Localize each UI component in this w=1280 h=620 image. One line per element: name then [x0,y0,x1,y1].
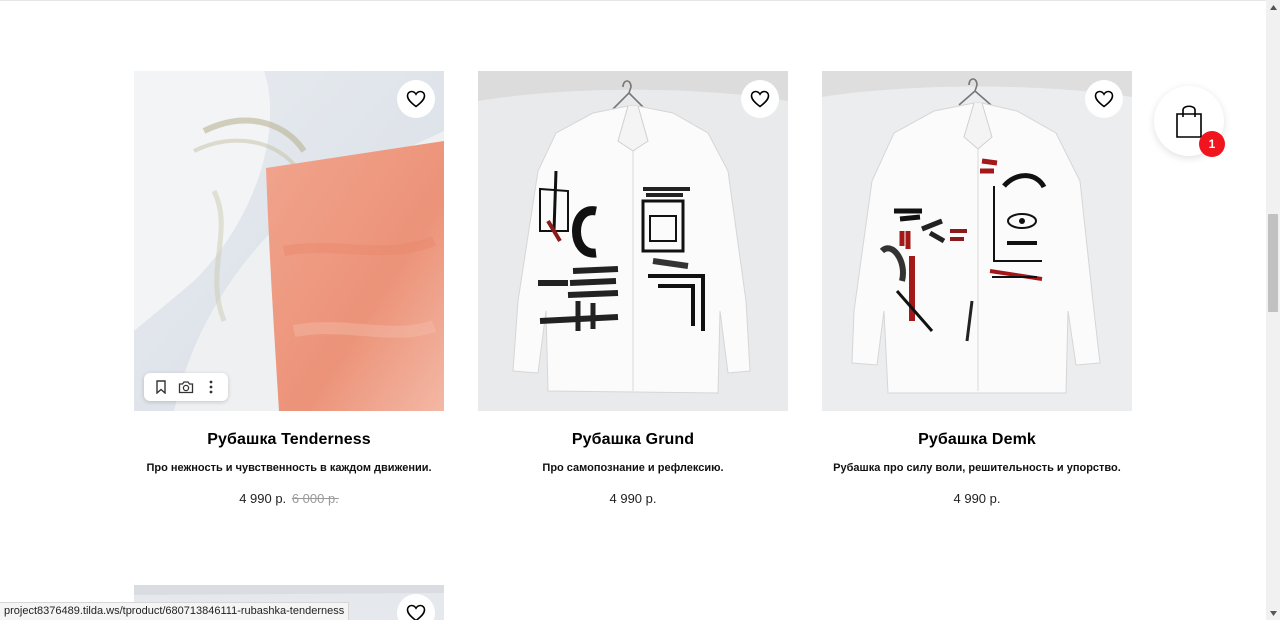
heart-icon [406,604,426,620]
grund-photo [478,71,788,411]
favorite-button[interactable] [741,80,779,118]
image-toolbar [144,373,228,401]
shopping-bag-icon [1176,105,1202,138]
scroll-up-arrow[interactable] [1266,0,1280,14]
product-title[interactable]: Рубашка Demk [822,431,1132,449]
favorite-button[interactable] [1085,80,1123,118]
product-description: Рубашка про силу воли, решительность и у… [833,462,1121,474]
product-description: Про нежность и чувственность в каждом дв… [146,462,432,474]
scroll-down-arrow[interactable] [1266,606,1280,620]
current-price: 4 990 р. [239,491,287,506]
product-price: 4 990 р. [822,491,1132,506]
product-image-tenderness[interactable] [134,71,444,411]
top-divider [0,0,1266,1]
heart-icon [1094,90,1114,108]
link-status-bar: project8376489.tilda.ws/tproduct/6807138… [0,602,350,620]
favorite-button[interactable] [397,80,435,118]
product-title[interactable]: Рубашка Tenderness [134,431,444,449]
product-image-grund[interactable] [478,71,788,411]
tenderness-photo [134,71,444,411]
product-description: Про самопознание и рефлексию. [542,462,724,474]
product-card-demk[interactable]: Рубашка Demk Рубашка про силу воли, реши… [822,71,1132,506]
more-vertical-icon[interactable] [199,375,223,399]
product-image-demk[interactable] [822,71,1132,411]
scroll-thumb[interactable] [1268,214,1278,312]
heart-icon [406,90,426,108]
bookmark-icon[interactable] [149,375,173,399]
product-card-grund[interactable]: Рубашка Grund Про самопознание и рефлекс… [478,71,788,506]
product-card-tenderness[interactable]: Рубашка Tenderness Про нежность и чувств… [134,71,444,506]
old-price: 6 000 р. [291,491,339,506]
cart-count-badge: 1 [1199,131,1225,157]
heart-icon [750,90,770,108]
camera-icon[interactable] [174,375,198,399]
current-price: 4 990 р. [609,491,657,506]
demk-photo [822,71,1132,411]
product-title[interactable]: Рубашка Grund [478,431,788,449]
product-price: 4 990 р. [478,491,788,506]
product-price: 4 990 р. 6 000 р. [134,491,444,506]
current-price: 4 990 р. [953,491,1001,506]
page-scrollbar[interactable] [1266,0,1280,620]
